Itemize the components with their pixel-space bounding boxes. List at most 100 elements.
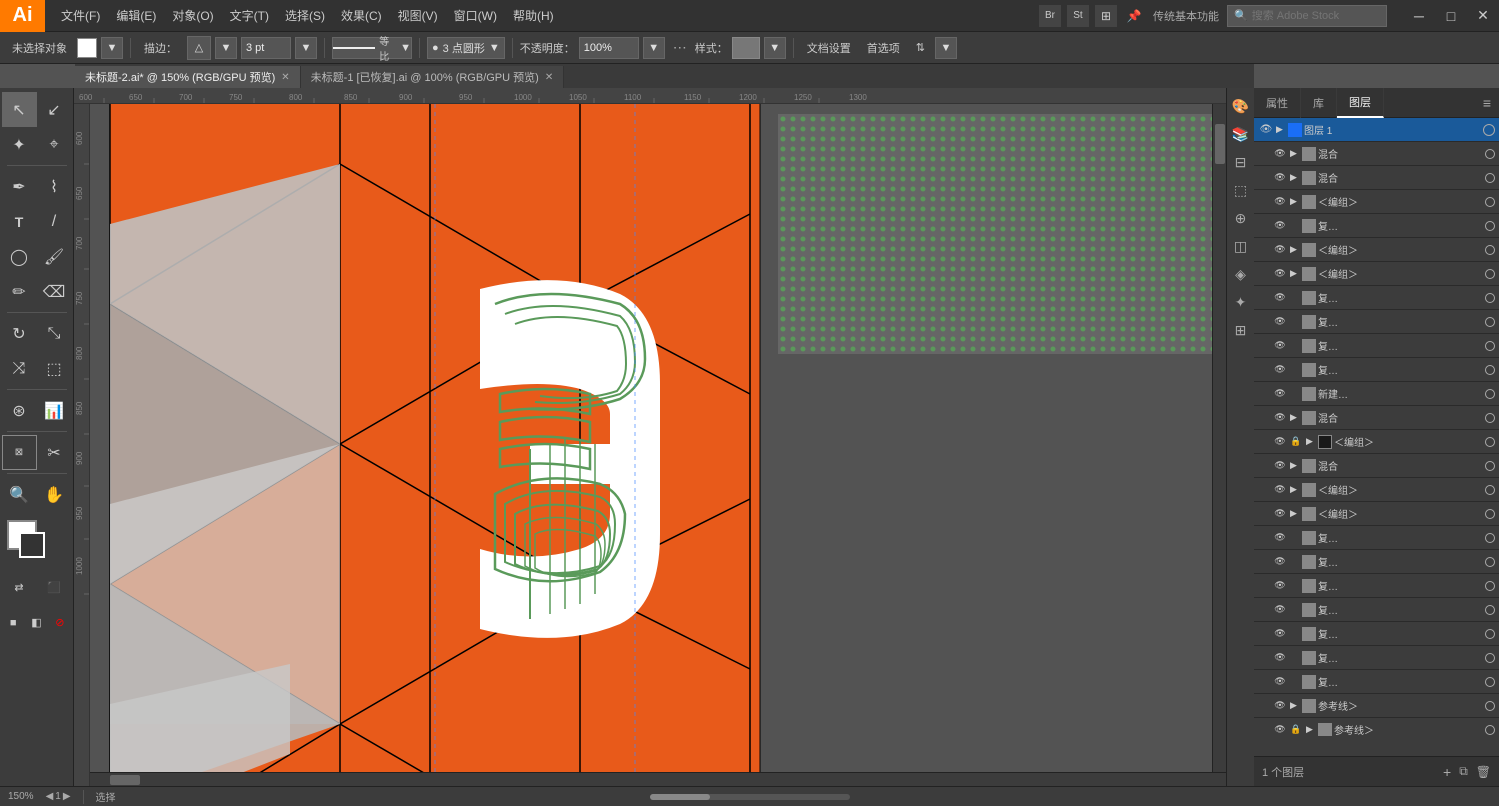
artboard-tool[interactable]: ⊠	[2, 435, 37, 470]
stroke-color-swatch[interactable]	[19, 532, 45, 558]
layer-eye-9[interactable]: 👁	[1272, 314, 1288, 330]
pen-tool[interactable]: ✒	[2, 169, 37, 204]
line-tool[interactable]: /	[37, 204, 72, 239]
layer-eye-14[interactable]: 👁	[1272, 434, 1288, 450]
menu-help[interactable]: 帮助(H)	[505, 5, 562, 26]
none-mode-button[interactable]: ⊘	[48, 605, 71, 640]
opacity-chain-icon[interactable]: ⋯	[669, 39, 691, 56]
layer-item-12[interactable]: 👁 新建…	[1254, 382, 1499, 406]
layer-eye-19[interactable]: 👁	[1272, 554, 1288, 570]
layer-eye-18[interactable]: 👁	[1272, 530, 1288, 546]
h-scroll[interactable]	[90, 772, 1226, 786]
props-tab-layers[interactable]: 图层	[1337, 88, 1384, 118]
points-selector[interactable]: ● 3 点圆形 ▼	[427, 37, 505, 59]
select-tool[interactable]: ↖	[2, 92, 37, 127]
layer-arrow-2[interactable]: ▶	[1290, 148, 1300, 159]
layer-eye-4[interactable]: 👁	[1272, 194, 1288, 210]
layer-eye-22[interactable]: 👁	[1272, 626, 1288, 642]
direct-select-tool[interactable]: ↙	[37, 92, 72, 127]
layer-item-24[interactable]: 👁 复…	[1254, 670, 1499, 694]
layer-item-8[interactable]: 👁 复…	[1254, 286, 1499, 310]
zoom-tool[interactable]: 🔍	[2, 477, 37, 512]
menu-file[interactable]: 文件(F)	[53, 5, 108, 26]
layer-item-20[interactable]: 👁 复…	[1254, 574, 1499, 598]
fill-swatch[interactable]	[77, 38, 97, 58]
stroke-swatch[interactable]: △	[187, 36, 211, 60]
menu-edit[interactable]: 编辑(E)	[108, 5, 164, 26]
grid-icon[interactable]: ⊞	[1095, 5, 1117, 27]
layer-item-6[interactable]: 👁 ▶ ＜编组＞	[1254, 238, 1499, 262]
layer-eye-15[interactable]: 👁	[1272, 458, 1288, 474]
minimize-button[interactable]: ─	[1403, 0, 1435, 32]
eraser-tool[interactable]: ⌫	[37, 274, 72, 309]
tab-1-close[interactable]: ✕	[281, 72, 289, 83]
doc-settings-button[interactable]: 文档设置	[801, 36, 857, 60]
menu-select[interactable]: 选择(S)	[277, 5, 333, 26]
duplicate-layer-button[interactable]: ⧉	[1459, 764, 1468, 779]
paintbrush-tool[interactable]: 🖌	[37, 239, 72, 274]
pencil-tool[interactable]: ✏	[2, 274, 37, 309]
layer-eye-10[interactable]: 👁	[1272, 338, 1288, 354]
layer-item-5[interactable]: 👁 复…	[1254, 214, 1499, 238]
libraries-icon[interactable]: 📚	[1229, 122, 1253, 146]
pathfinder-icon[interactable]: ⊕	[1229, 206, 1253, 230]
layer-item-13[interactable]: 👁 ▶ 混合	[1254, 406, 1499, 430]
maximize-button[interactable]: □	[1435, 0, 1467, 32]
layer-item-3[interactable]: 👁 ▶ 混合	[1254, 166, 1499, 190]
delete-layer-button[interactable]: 🗑	[1476, 765, 1491, 779]
gradient-panel-icon[interactable]: ◫	[1229, 234, 1253, 258]
menu-object[interactable]: 对象(O)	[164, 5, 221, 26]
opacity-dropdown[interactable]: ▼	[643, 37, 665, 59]
layer-eye-17[interactable]: 👁	[1272, 506, 1288, 522]
layer-arrow-1[interactable]: ▶	[1276, 124, 1286, 135]
gradient-mode-button[interactable]: ◧	[25, 605, 48, 640]
h-scroll-thumb[interactable]	[110, 775, 140, 785]
tab-1[interactable]: 未标题-2.ai* @ 150% (RGB/GPU 预览) ✕	[75, 66, 301, 88]
layer-eye-21[interactable]: 👁	[1272, 602, 1288, 618]
menu-window[interactable]: 窗口(W)	[446, 5, 505, 26]
layer-arrow-25[interactable]: ▶	[1290, 700, 1300, 711]
layer-eye-1[interactable]: 👁	[1258, 122, 1274, 138]
layer-item-2[interactable]: 👁 ▶ 混合	[1254, 142, 1499, 166]
layer-arrow-3[interactable]: ▶	[1290, 172, 1300, 183]
layer-eye-23[interactable]: 👁	[1272, 650, 1288, 666]
layer-lock-26[interactable]: 🔒	[1290, 724, 1304, 735]
line-type-selector[interactable]: 等比 ▼	[332, 37, 412, 59]
layer-arrow-15[interactable]: ▶	[1290, 460, 1300, 471]
stroke-weight-input[interactable]	[241, 37, 291, 59]
slice-tool[interactable]: ✂	[37, 435, 72, 470]
warp-tool[interactable]: ⤨	[2, 351, 37, 386]
symbol-sprayer-tool[interactable]: ⊛	[2, 393, 37, 428]
layer-item-7[interactable]: 👁 ▶ ＜编组＞	[1254, 262, 1499, 286]
search-input[interactable]	[1252, 10, 1372, 22]
props-tab-library[interactable]: 库	[1301, 88, 1337, 118]
opacity-input[interactable]	[579, 37, 639, 59]
preferences-button[interactable]: 首选项	[861, 36, 906, 60]
layer-eye-5[interactable]: 👁	[1272, 218, 1288, 234]
layer-item-19[interactable]: 👁 复…	[1254, 550, 1499, 574]
layer-item-4[interactable]: 👁 ▶ ＜编组＞	[1254, 190, 1499, 214]
curvature-tool[interactable]: ⌇	[37, 169, 72, 204]
layer-item-16[interactable]: 👁 ▶ ＜编组＞	[1254, 478, 1499, 502]
hand-tool[interactable]: ✋	[37, 477, 72, 512]
layer-arrow-7[interactable]: ▶	[1290, 268, 1300, 279]
magic-wand-tool[interactable]: ✦	[2, 127, 37, 162]
ellipse-tool[interactable]: ◯	[2, 239, 37, 274]
pin-icon[interactable]: 📌	[1123, 5, 1145, 27]
layer-item-9[interactable]: 👁 复…	[1254, 310, 1499, 334]
artboard-next-btn[interactable]: ▶	[63, 791, 71, 802]
layer-eye-24[interactable]: 👁	[1272, 674, 1288, 690]
layer-item-17[interactable]: 👁 ▶ ＜编组＞	[1254, 502, 1499, 526]
layer-item-15[interactable]: 👁 ▶ 混合	[1254, 454, 1499, 478]
style-preview[interactable]	[732, 37, 760, 59]
layer-eye-3[interactable]: 👁	[1272, 170, 1288, 186]
layer-arrow-16[interactable]: ▶	[1290, 484, 1300, 495]
layer-item-21[interactable]: 👁 复…	[1254, 598, 1499, 622]
artboard-prev-btn[interactable]: ◀	[46, 791, 54, 802]
tab-2[interactable]: 未标题-1 [已恢复].ai @ 100% (RGB/GPU 预览) ✕	[301, 66, 565, 88]
lasso-tool[interactable]: ⌖	[37, 127, 72, 162]
new-layer-button[interactable]: +	[1443, 764, 1451, 780]
props-tab-attributes[interactable]: 属性	[1254, 88, 1301, 118]
menu-effect[interactable]: 效果(C)	[333, 5, 390, 26]
layer-eye-13[interactable]: 👁	[1272, 410, 1288, 426]
